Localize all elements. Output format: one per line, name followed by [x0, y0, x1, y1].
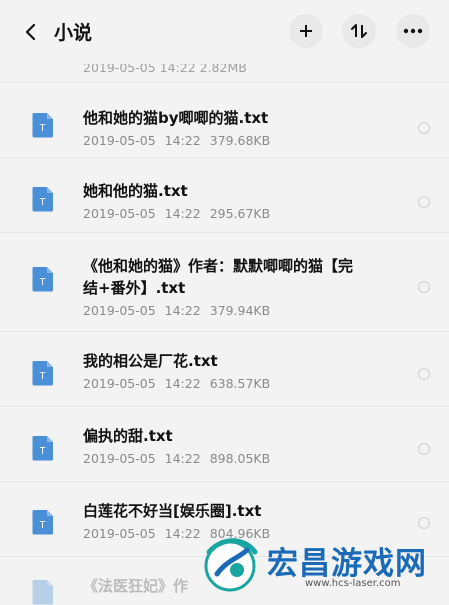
- more-button[interactable]: [396, 14, 430, 48]
- svg-text:T: T: [39, 371, 45, 382]
- back-button[interactable]: [18, 20, 42, 44]
- document-icon: T: [32, 436, 53, 461]
- sort-icon: [351, 24, 367, 38]
- svg-text:T: T: [39, 520, 45, 531]
- select-radio[interactable]: [418, 196, 430, 208]
- select-radio[interactable]: [418, 281, 430, 293]
- file-name: 我的相公是厂花.txt: [83, 352, 218, 370]
- file-meta: 2019-05-05 14:22 379.68KB: [83, 133, 271, 148]
- file-meta: 2019-05-05 14:22 295.67KB: [83, 206, 271, 221]
- document-icon: T: [32, 113, 53, 138]
- svg-text:T: T: [39, 123, 45, 134]
- document-icon: [32, 580, 53, 605]
- file-meta: 2019-05-05 14:22 898.05KB: [83, 451, 271, 466]
- watermark-name: 宏昌游戏网: [267, 546, 427, 582]
- watermark: 宏昌游戏网 www.hcs-laser.com: [195, 528, 449, 600]
- watermark-logo-icon: [204, 538, 258, 592]
- document-icon: T: [32, 510, 53, 535]
- watermark-url: www.hcs-laser.com: [305, 578, 401, 589]
- file-meta: 2019-05-05 14:22 379.94KB: [83, 303, 271, 318]
- plus-icon: [300, 25, 312, 37]
- chevron-left-icon: [25, 23, 36, 41]
- sort-button[interactable]: [342, 14, 376, 48]
- file-name: 白莲花不好当[娱乐圈].txt: [83, 502, 262, 520]
- file-name: 《法医狂妃》作: [83, 577, 189, 595]
- file-row[interactable]: T 我的相公是厂花.txt 2019-05-05 14:22 638.57KB: [0, 332, 449, 407]
- more-dots-icon: [403, 28, 423, 34]
- document-icon: T: [32, 187, 53, 212]
- file-name-line1: 《他和她的猫》作者：默默唧唧的猫【完: [83, 257, 354, 275]
- file-name-line2: 结+番外】.txt: [83, 279, 186, 297]
- file-meta: 2019-05-05 14:22 638.57KB: [83, 376, 271, 391]
- svg-text:T: T: [39, 197, 45, 208]
- file-row[interactable]: T 偏执的甜.txt 2019-05-05 14:22 898.05KB: [0, 407, 449, 482]
- file-row[interactable]: T 《他和她的猫》作者：默默唧唧的猫【完 结+番外】.txt 2019-05-0…: [0, 233, 449, 332]
- svg-text:T: T: [39, 446, 45, 457]
- top-bar: 小说: [0, 0, 449, 64]
- svg-text:T: T: [39, 277, 45, 288]
- select-radio[interactable]: [418, 443, 430, 455]
- add-button[interactable]: [289, 14, 323, 48]
- document-icon: T: [32, 267, 53, 292]
- page-title: 小说: [54, 22, 93, 44]
- select-radio[interactable]: [418, 122, 430, 134]
- file-name: 偏执的甜.txt: [83, 427, 173, 445]
- file-name: 她和他的猫.txt: [83, 182, 188, 200]
- file-row[interactable]: T 她和他的猫.txt 2019-05-05 14:22 295.67KB: [0, 158, 449, 233]
- file-name: 他和她的猫by唧唧的猫.txt: [83, 109, 269, 127]
- file-row[interactable]: T 他和她的猫by唧唧的猫.txt 2019-05-05 14:22 379.68K…: [0, 83, 449, 158]
- document-icon: T: [32, 361, 53, 386]
- select-radio[interactable]: [418, 368, 430, 380]
